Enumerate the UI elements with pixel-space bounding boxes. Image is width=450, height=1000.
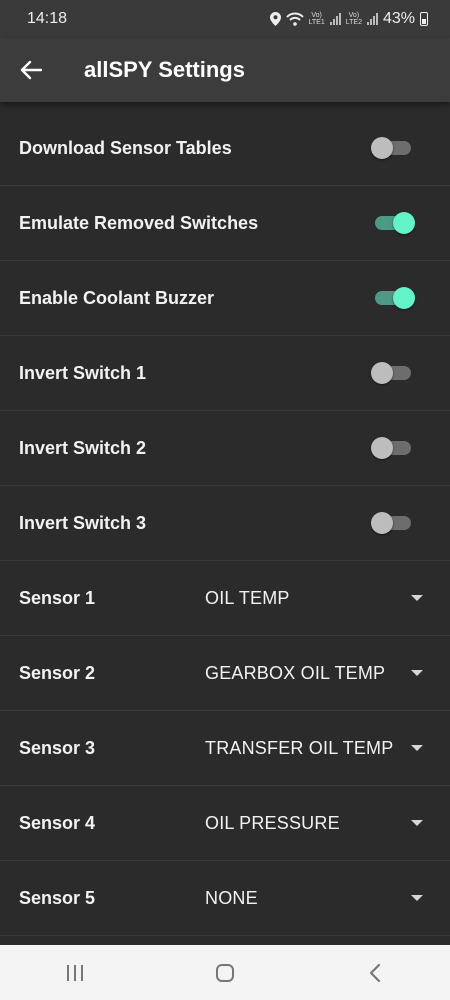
sensor-label: Sensor 1 bbox=[19, 587, 96, 608]
setting-label: Invert Switch 1 bbox=[19, 362, 147, 383]
sensor-select-value: TRANSFER OIL TEMP bbox=[205, 737, 394, 758]
sensor-label: Sensor 2 bbox=[19, 662, 96, 683]
battery-percent: 43% bbox=[382, 10, 415, 27]
sensor-label: Sensor 3 bbox=[19, 737, 96, 758]
toggle-thumb bbox=[371, 437, 393, 459]
setting-row-switch[interactable]: Invert Switch 2 bbox=[0, 411, 450, 486]
status-bar: 14:18 Vo) LTE1 Vo) LTE2 43% bbox=[0, 0, 450, 38]
setting-label: Invert Switch 2 bbox=[19, 437, 147, 458]
setting-label: Enable Coolant Buzzer bbox=[19, 287, 215, 308]
net1-top: Vo) bbox=[311, 12, 322, 19]
toggle-thumb bbox=[393, 287, 415, 309]
status-icons: Vo) LTE1 Vo) LTE2 43% bbox=[269, 10, 428, 28]
sensor-select-value: OIL PRESSURE bbox=[205, 812, 340, 833]
setting-row-switch[interactable]: Invert Switch 3 bbox=[0, 486, 450, 561]
battery-icon bbox=[420, 12, 428, 26]
sensor-row: Sensor 2 GEARBOX OIL TEMP bbox=[0, 636, 450, 711]
toggle-switch[interactable] bbox=[371, 209, 415, 237]
dropdown-arrow-icon bbox=[411, 745, 423, 751]
setting-label: Emulate Removed Switches bbox=[19, 212, 259, 233]
sensor-label: Sensor 4 bbox=[19, 812, 96, 833]
location-icon bbox=[269, 12, 281, 26]
toggle-thumb bbox=[371, 512, 393, 534]
sensor-row: Sensor 3 TRANSFER OIL TEMP bbox=[0, 711, 450, 786]
sensor-label: Sensor 5 bbox=[19, 887, 96, 908]
status-time: 14:18 bbox=[27, 10, 68, 27]
sensor-select[interactable]: GEARBOX OIL TEMP bbox=[205, 663, 431, 684]
toggle-switch[interactable] bbox=[371, 509, 415, 537]
dropdown-arrow-icon bbox=[411, 670, 423, 676]
sensor-select-value: OIL TEMP bbox=[205, 587, 290, 608]
setting-label: Invert Switch 3 bbox=[19, 512, 147, 533]
dropdown-arrow-icon bbox=[411, 820, 423, 826]
sensor-row: Sensor 5 NONE bbox=[0, 861, 450, 936]
toggle-thumb bbox=[371, 137, 393, 159]
setting-row-switch[interactable]: Invert Switch 1 bbox=[0, 336, 450, 411]
toggle-thumb bbox=[371, 362, 393, 384]
navigation-bar bbox=[0, 945, 450, 1000]
setting-label: Download Sensor Tables bbox=[19, 137, 232, 158]
sensor-select-value: NONE bbox=[205, 887, 258, 908]
sensor-select-value: GEARBOX OIL TEMP bbox=[205, 662, 386, 683]
toggle-switch[interactable] bbox=[371, 359, 415, 387]
wifi-icon bbox=[285, 12, 304, 26]
net1-bottom: LTE1 bbox=[308, 19, 325, 26]
sensor-select[interactable]: OIL PRESSURE bbox=[205, 813, 431, 834]
sensor-row: Sensor 1 OIL TEMP bbox=[0, 561, 450, 636]
signal-icon bbox=[329, 13, 341, 25]
page-title: allSPY Settings bbox=[84, 57, 245, 82]
setting-row-switch[interactable]: Download Sensor Tables bbox=[0, 111, 450, 186]
toggle-switch[interactable] bbox=[371, 434, 415, 462]
app-bar: allSPY Settings bbox=[0, 38, 450, 102]
sensor-select[interactable]: OIL TEMP bbox=[205, 588, 431, 609]
network-2-indicator: Vo) LTE2 bbox=[346, 12, 362, 26]
settings-list: Download Sensor Tables Emulate Removed Sw… bbox=[0, 102, 450, 936]
toggle-thumb bbox=[393, 212, 415, 234]
dropdown-arrow-icon bbox=[411, 895, 423, 901]
net2-bottom: LTE2 bbox=[345, 19, 362, 26]
net2-top: Vo) bbox=[348, 12, 360, 19]
sensor-select[interactable]: NONE bbox=[205, 888, 431, 909]
dropdown-arrow-icon bbox=[411, 595, 423, 601]
home-icon[interactable] bbox=[195, 953, 255, 993]
toggle-switch[interactable] bbox=[371, 284, 415, 312]
sensor-row: Sensor 4 OIL PRESSURE bbox=[0, 786, 450, 861]
sensor-select[interactable]: TRANSFER OIL TEMP bbox=[205, 738, 431, 759]
setting-row-switch[interactable]: Emulate Removed Switches bbox=[0, 186, 450, 261]
back-icon[interactable] bbox=[345, 953, 405, 993]
network-1-indicator: Vo) LTE1 bbox=[309, 12, 325, 26]
arrow-left-icon[interactable] bbox=[20, 57, 46, 83]
toggle-switch[interactable] bbox=[371, 134, 415, 162]
setting-row-switch[interactable]: Enable Coolant Buzzer bbox=[0, 261, 450, 336]
recent-apps-icon[interactable] bbox=[45, 953, 105, 993]
signal-icon bbox=[366, 13, 378, 25]
